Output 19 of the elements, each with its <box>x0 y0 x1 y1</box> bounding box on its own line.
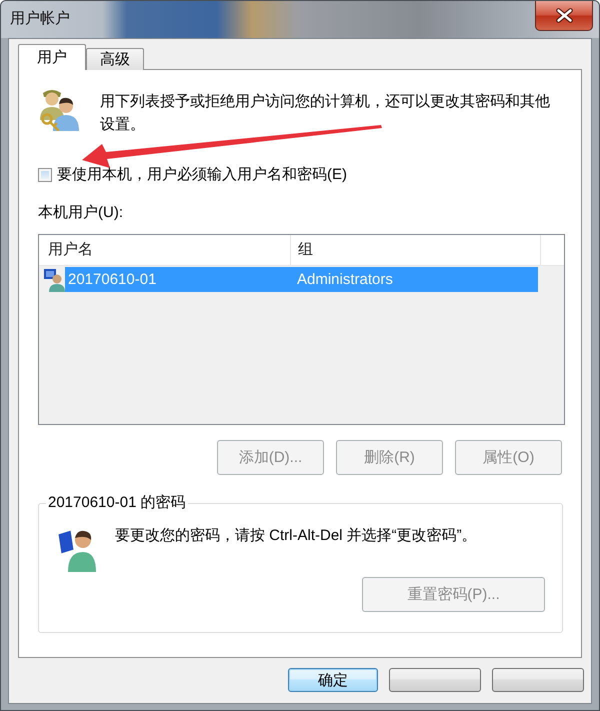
dialog-button[interactable]: 确定 <box>288 668 378 692</box>
checkbox[interactable] <box>38 168 52 182</box>
description-text: 用下列表授予或拒绝用户访问您的计算机，还可以更改其密码和其他设置。 <box>100 92 551 135</box>
checkbox-label[interactable]: 要使用本机，用户必须输入用户名和密码(E) <box>57 165 347 185</box>
window-title: 用户帐户 <box>10 9 70 29</box>
table-cell-text: 20170610-01 <box>67 270 158 290</box>
close-icon <box>556 8 572 23</box>
user-card-icon <box>58 528 96 572</box>
dialog-button[interactable] <box>492 668 584 692</box>
list-label: 本机用户(U): <box>38 203 124 223</box>
instruction-text: 要更改您的密码，请按 Ctrl-Alt-Del 并选择“更改密码”。 <box>115 526 477 546</box>
users-icon <box>38 87 80 131</box>
dialog-button[interactable] <box>389 668 481 692</box>
tab[interactable]: 用户 <box>18 44 86 70</box>
group-title: 20170610-01 的密码 <box>47 493 187 513</box>
tab[interactable]: 高级 <box>86 48 144 70</box>
close-button[interactable] <box>535 1 593 31</box>
user-computer-icon <box>44 268 65 292</box>
table-cell-text: Administrators <box>296 270 393 290</box>
